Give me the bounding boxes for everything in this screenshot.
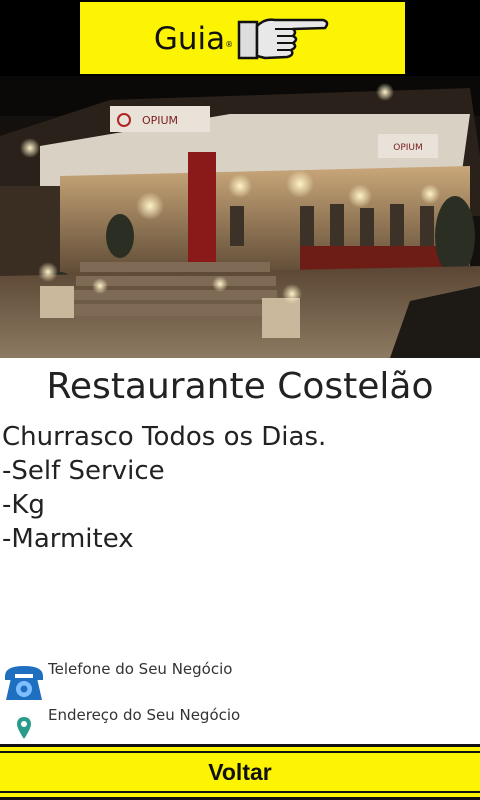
sign-left-text: OPIUM <box>142 114 178 127</box>
business-description: Churrasco Todos os Dias. -Self Service -… <box>2 420 326 556</box>
guia-logo: Guia® <box>80 2 405 74</box>
business-name: Restaurante Costelão <box>46 366 434 407</box>
telephone-icon[interactable] <box>2 662 46 702</box>
pointing-hand-icon <box>237 18 329 60</box>
description-line: -Marmitex <box>2 524 134 554</box>
description-line: -Self Service <box>2 456 165 486</box>
address-row[interactable]: Endereço do Seu Negócio <box>0 706 480 746</box>
sign-right-text: OPIUM <box>393 143 423 153</box>
restaurant-photo: OPIUM OPIUM <box>0 76 480 358</box>
back-button[interactable]: Voltar <box>0 744 480 800</box>
description-line: Churrasco Todos os Dias. <box>2 422 327 452</box>
address-label[interactable]: Endereço do Seu Negócio <box>48 706 240 724</box>
description-line: -Kg <box>2 490 45 520</box>
app-header: Guia® <box>0 0 480 76</box>
logo-text: Guia® <box>153 21 234 57</box>
phone-row[interactable]: Telefone do Seu Negócio <box>0 660 480 700</box>
phone-label[interactable]: Telefone do Seu Negócio <box>48 660 232 678</box>
back-button-label[interactable]: Voltar <box>208 759 271 786</box>
map-pin-icon[interactable] <box>16 716 32 740</box>
